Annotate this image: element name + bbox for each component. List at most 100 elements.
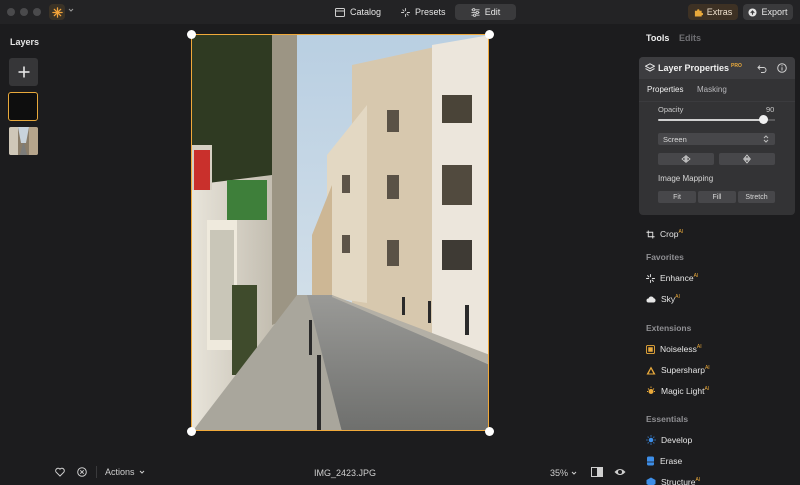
tab-masking[interactable]: Masking	[697, 85, 727, 94]
actions-label: Actions	[105, 467, 135, 477]
tool-develop[interactable]: Develop	[646, 435, 692, 445]
tool-structure-text: Structure	[661, 477, 696, 485]
crop-handle-top-right[interactable]	[485, 30, 494, 39]
pro-badge: PRO	[731, 63, 742, 69]
catalog-icon	[335, 7, 345, 17]
crop-handle-top-left[interactable]	[187, 30, 196, 39]
favorites-header: Favorites	[646, 252, 684, 262]
mapping-fill-button[interactable]: Fill	[698, 191, 736, 203]
tool-erase[interactable]: Erase	[646, 456, 682, 466]
mapping-fit-button[interactable]: Fit	[658, 191, 696, 203]
opacity-value: 90	[766, 105, 775, 114]
sliders-icon	[471, 7, 480, 17]
magic-light-icon	[647, 386, 655, 394]
layer-properties-panel: Layer Properties PRO Properties Masking O…	[639, 57, 795, 215]
mapping-stretch-button[interactable]: Stretch	[738, 191, 775, 203]
tool-noiseless-text: Noiseless	[660, 344, 697, 354]
opacity-slider-thumb[interactable]	[758, 115, 768, 124]
undo-icon[interactable]	[757, 63, 767, 73]
nav-edit-label: Edit	[484, 7, 501, 17]
window-close-button[interactable]	[7, 8, 15, 16]
nav-catalog-button[interactable]: Catalog	[325, 4, 391, 20]
extras-label: Extras	[706, 7, 733, 17]
ai-badge: AI	[704, 365, 710, 372]
street-photo	[192, 35, 488, 430]
add-layer-button[interactable]	[9, 58, 38, 86]
layer-properties-title-text: Layer Properties	[658, 63, 730, 73]
tool-sky-label: SkyAI	[661, 294, 680, 304]
layer-thumbnail-selected[interactable]	[8, 92, 38, 121]
tool-noiseless[interactable]: NoiselessAI	[646, 344, 702, 354]
essentials-header: Essentials	[646, 414, 689, 424]
compare-icon[interactable]	[591, 467, 603, 477]
tab-edits[interactable]: Edits	[679, 33, 701, 43]
window-minimize-button[interactable]	[20, 8, 28, 16]
eraser-icon	[647, 456, 654, 466]
reject-icon[interactable]	[77, 467, 87, 477]
ai-badge: AI	[696, 344, 702, 351]
opacity-label: Opacity	[658, 105, 684, 114]
blend-mode-select[interactable]: Screen	[658, 133, 775, 145]
tool-develop-label: Develop	[661, 435, 693, 445]
nav-presets-button[interactable]: Presets	[391, 4, 456, 20]
bottom-divider	[96, 466, 97, 478]
updown-chevron-icon	[763, 135, 769, 143]
presets-icon	[401, 7, 410, 17]
supersharp-icon	[646, 366, 656, 374]
puzzle-icon	[694, 8, 703, 17]
tool-magic-light[interactable]: Magic LightAI	[646, 386, 709, 396]
chevron-down-icon[interactable]	[68, 7, 74, 13]
tool-magic-light-label: Magic LightAI	[661, 386, 709, 396]
opacity-slider-track[interactable]	[658, 119, 764, 121]
eye-icon[interactable]	[614, 467, 626, 477]
zoom-menu-button[interactable]: 35%	[550, 468, 577, 478]
heart-icon[interactable]	[55, 467, 65, 477]
blend-mode-value: Screen	[663, 134, 687, 144]
extras-button[interactable]: Extras	[688, 4, 738, 20]
extensions-header: Extensions	[646, 323, 692, 333]
crop-icon	[646, 229, 655, 239]
photo-canvas[interactable]	[191, 34, 489, 431]
tool-sky[interactable]: SkyAI	[646, 294, 680, 304]
filename-label: IMG_2423.JPG	[313, 468, 377, 478]
top-bar: Catalog Presets Edit Extras Export	[0, 0, 800, 24]
flip-vertical-icon	[743, 154, 751, 164]
nav-edit-button[interactable]: Edit	[455, 4, 516, 20]
actions-menu-button[interactable]: Actions	[105, 467, 145, 477]
tool-supersharp-text: Supersharp	[661, 365, 705, 375]
chevron-down-icon	[139, 470, 144, 474]
plus-icon	[18, 66, 29, 78]
crop-handle-bottom-right[interactable]	[485, 427, 494, 436]
noiseless-icon	[646, 344, 655, 354]
tab-properties[interactable]: Properties	[647, 85, 683, 94]
app-menu-button[interactable]	[49, 4, 65, 20]
flip-vertical-button[interactable]	[719, 153, 775, 165]
info-icon[interactable]	[777, 63, 787, 73]
window-zoom-button[interactable]	[33, 8, 41, 16]
tool-enhance-text: Enhance	[660, 273, 694, 283]
crop-handle-bottom-left[interactable]	[187, 427, 196, 436]
tab-tools[interactable]: Tools	[646, 33, 669, 43]
layer-properties-header: Layer Properties PRO	[639, 57, 795, 79]
tool-noiseless-label: NoiselessAI	[660, 344, 702, 354]
export-label: Export	[761, 7, 788, 17]
tool-magic-light-text: Magic Light	[661, 386, 705, 396]
structure-icon	[646, 477, 656, 485]
ai-badge: AI	[695, 477, 701, 484]
ai-badge: AI	[693, 273, 699, 280]
sun-icon	[51, 6, 63, 18]
tool-supersharp[interactable]: SupersharpAI	[646, 365, 710, 375]
tab-divider	[639, 101, 795, 102]
tool-enhance-label: EnhanceAI	[660, 273, 698, 283]
layer-thumbnail-base[interactable]	[9, 127, 38, 155]
tool-supersharp-label: SupersharpAI	[661, 365, 710, 375]
tool-erase-label: Erase	[660, 456, 683, 466]
tool-crop-text: Crop	[660, 229, 679, 239]
tool-crop[interactable]: CropAI	[646, 229, 683, 239]
zoom-value: 35%	[550, 468, 569, 478]
tool-structure[interactable]: StructureAI	[646, 477, 700, 485]
export-button[interactable]: Export	[743, 4, 793, 20]
tool-enhance[interactable]: EnhanceAI	[646, 273, 698, 283]
develop-icon	[646, 435, 656, 445]
flip-horizontal-button[interactable]	[658, 153, 714, 165]
